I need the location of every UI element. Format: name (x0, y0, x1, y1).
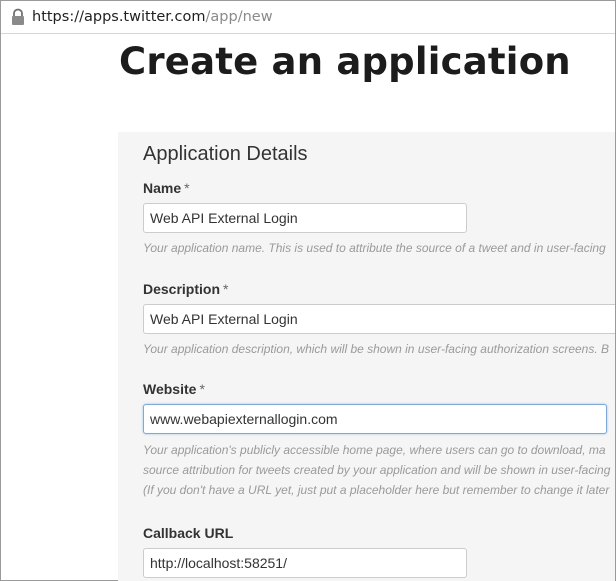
website-input[interactable] (143, 404, 607, 434)
website-help-text-line-1: Your application's publicly accessible h… (143, 443, 606, 457)
url-path: /app/new (205, 9, 273, 25)
url-text[interactable]: https://apps.twitter.com/app/new (32, 7, 273, 27)
callback-url-input[interactable] (143, 548, 467, 578)
name-required-mark: * (184, 180, 190, 196)
description-required-mark: * (223, 281, 229, 297)
lock-icon (12, 8, 24, 25)
website-help-text-line-3: (If you don't have a URL yet, just put a… (143, 483, 610, 497)
website-label-text: Website (143, 381, 197, 397)
callback-url-label: Callback URL (143, 524, 233, 542)
callback-url-label-text: Callback URL (143, 525, 234, 541)
name-label: Name * (143, 179, 190, 197)
address-bar[interactable]: https://apps.twitter.com/app/new (1, 1, 615, 34)
description-help-text: Your application description, which will… (143, 342, 610, 356)
page-title: Create an application (119, 40, 571, 83)
section-heading: Application Details (143, 143, 308, 165)
name-label-text: Name (143, 180, 182, 196)
website-required-mark: * (199, 381, 205, 397)
description-label-text: Description (143, 281, 221, 297)
website-label: Website * (143, 380, 205, 398)
name-input[interactable] (143, 203, 467, 233)
name-help-text: Your application name. This is used to a… (143, 241, 606, 255)
application-details-panel: Application Details Name* Your applicati… (118, 132, 615, 581)
description-label: Description * (143, 280, 228, 298)
website-help-text-line-2: source attribution for tweets created by… (143, 463, 611, 477)
description-input[interactable] (143, 304, 615, 334)
url-host: https://apps.twitter.com (32, 9, 206, 25)
